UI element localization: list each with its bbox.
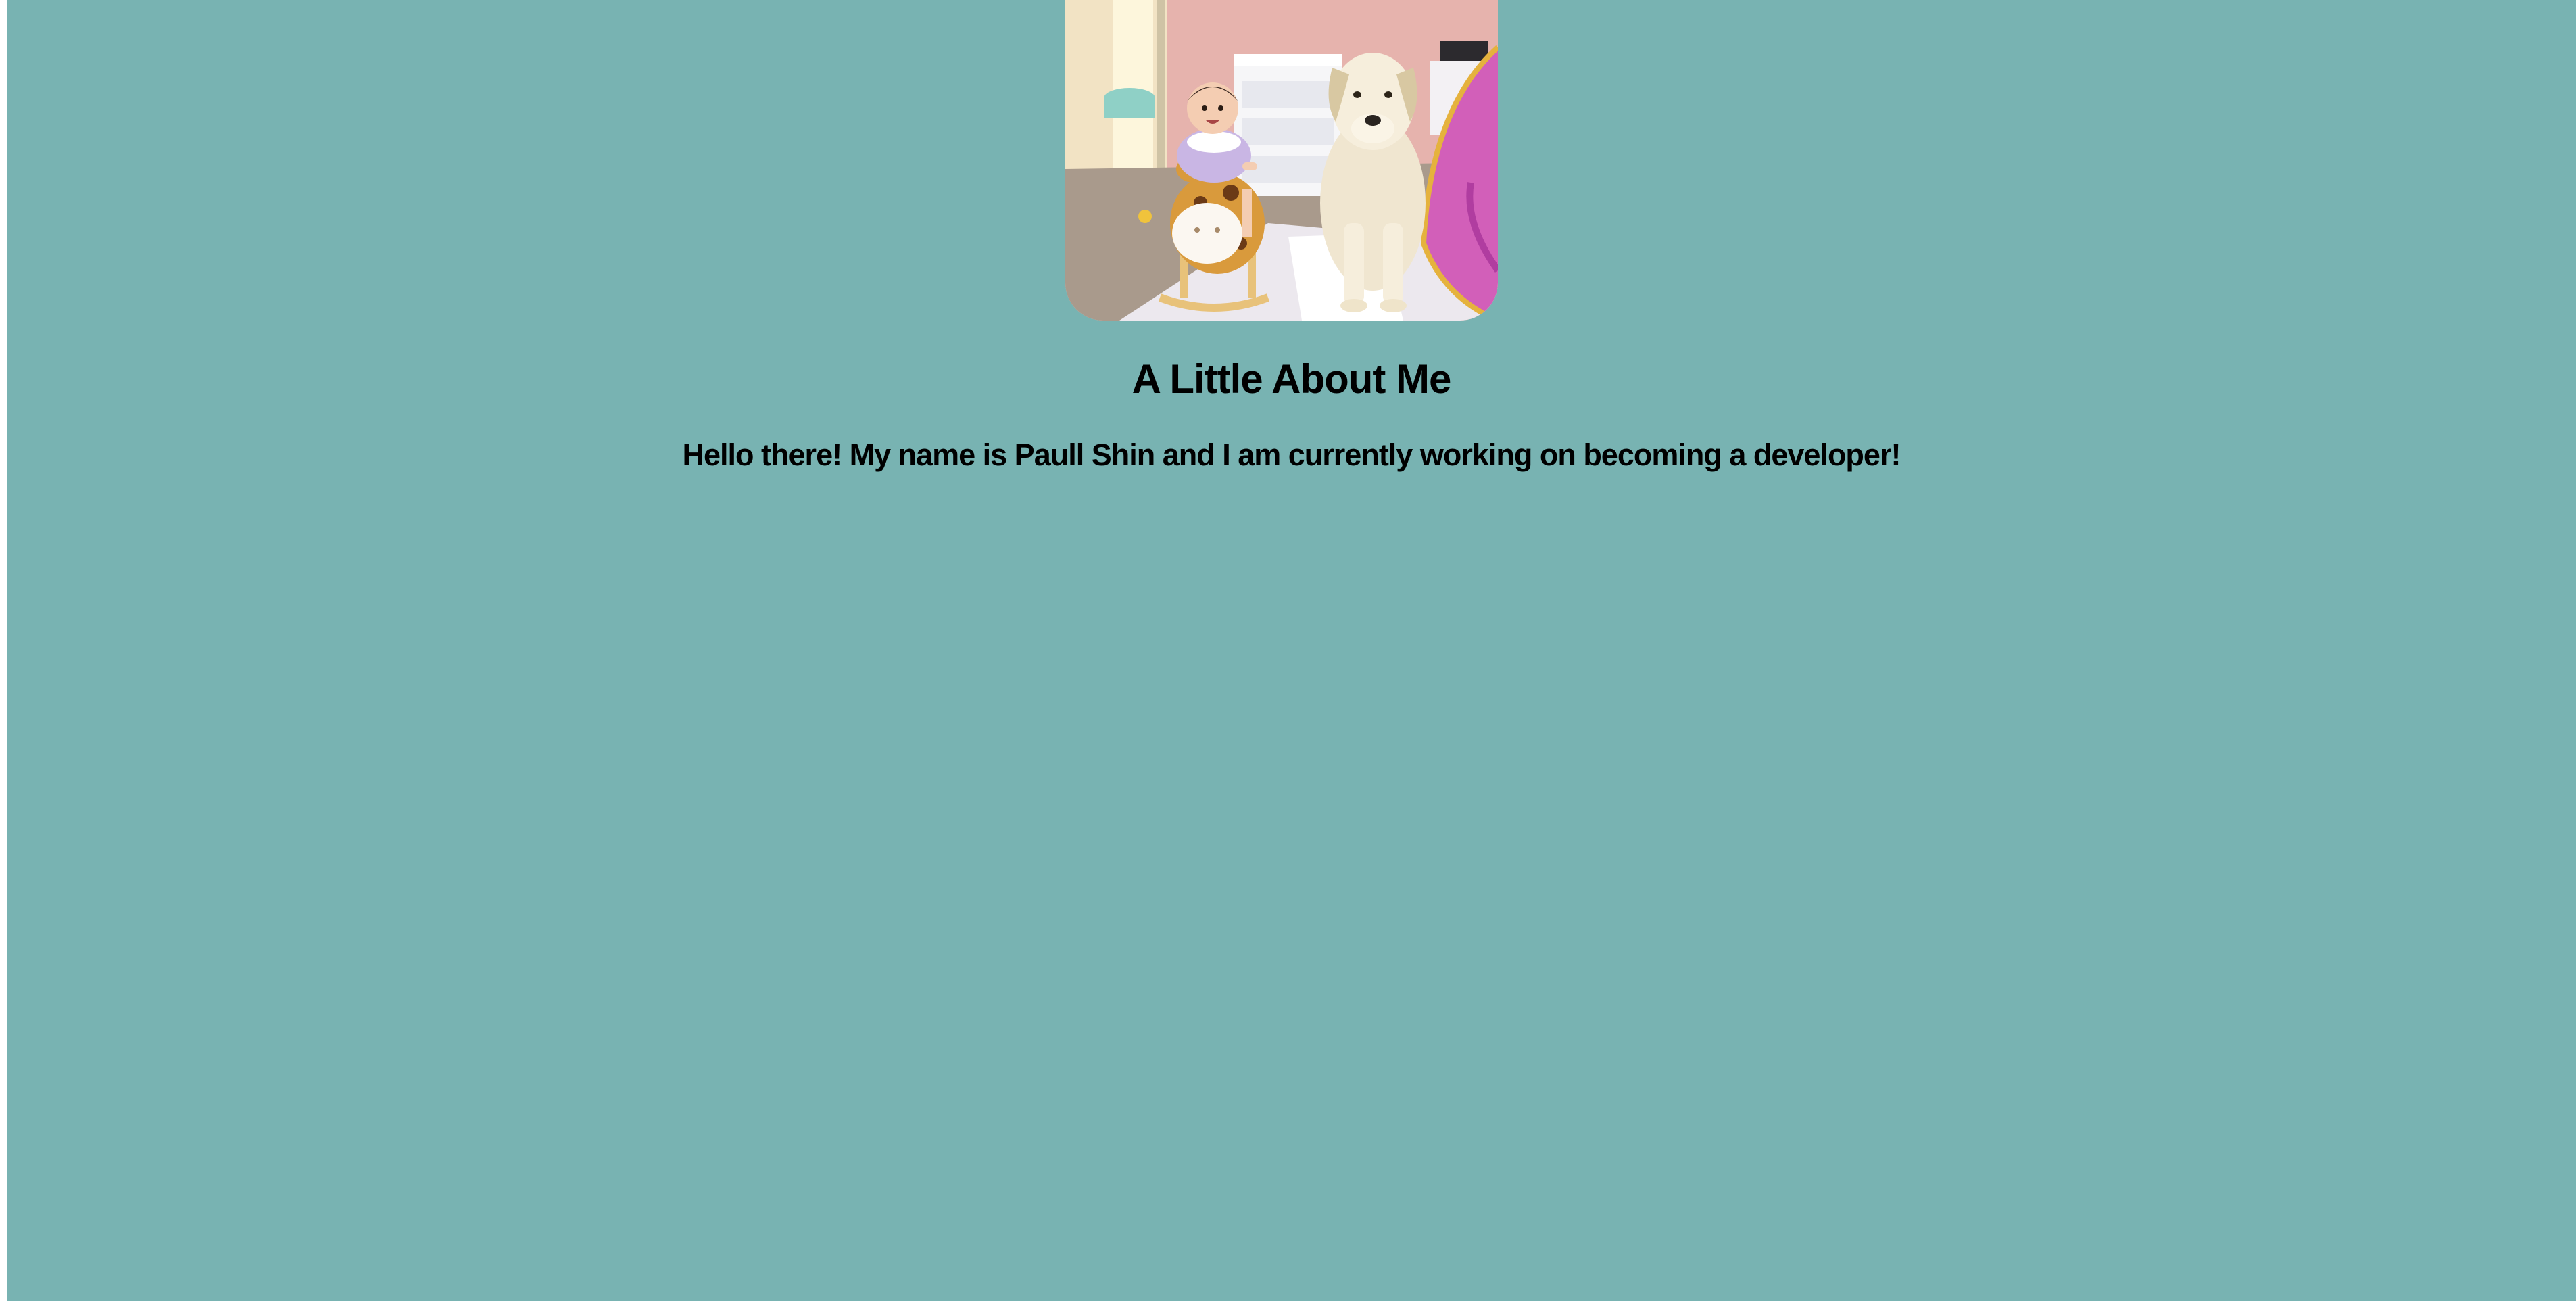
page-background: A Little About Me Hello there! My name i… bbox=[7, 0, 2576, 1301]
profile-photo bbox=[1065, 0, 1498, 321]
page-title: A Little About Me bbox=[1132, 356, 1452, 402]
profile-photo-illustration bbox=[1065, 0, 1498, 321]
intro-text: Hello there! My name is Paull Shin and I… bbox=[682, 437, 1901, 472]
